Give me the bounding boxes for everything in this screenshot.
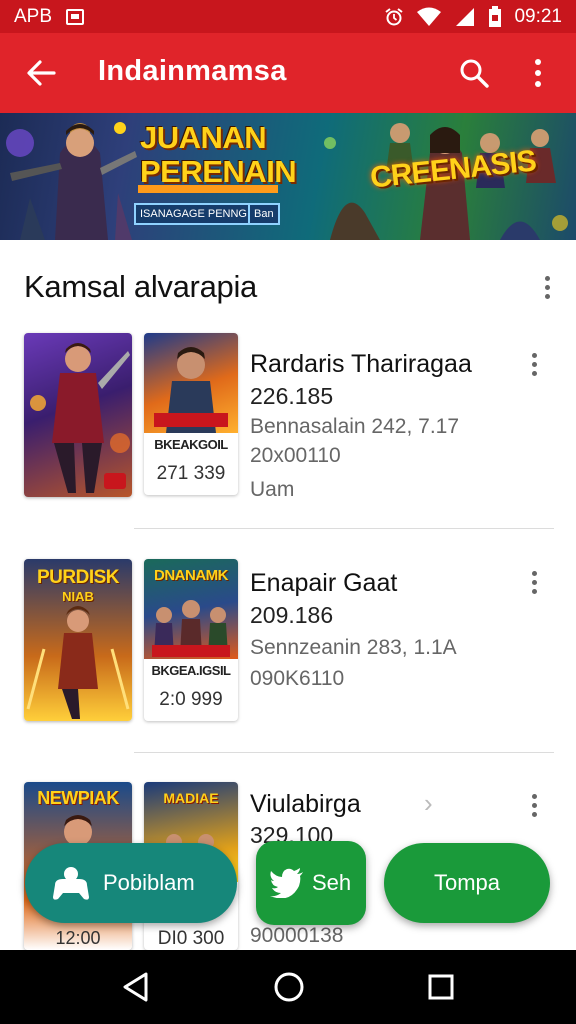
- card-label: BKEAKGOIL: [154, 437, 228, 452]
- poster-title: NEWPIAK: [37, 788, 119, 808]
- pobiblam-button[interactable]: Pobiblam: [25, 843, 237, 923]
- tompa-button[interactable]: Tompa: [384, 843, 550, 923]
- chevron-right-icon[interactable]: ›: [424, 788, 433, 819]
- pobiblam-label: Pobiblam: [103, 870, 195, 895]
- clock: 09:21: [514, 5, 562, 27]
- section-menu-icon[interactable]: [540, 275, 554, 299]
- card-art-title: MADIAE: [163, 790, 219, 806]
- item-number: 209.186: [250, 602, 334, 628]
- item-menu-icon[interactable]: [527, 353, 541, 376]
- screen: APB 09:21 Indainmamsa JUANAN PERENAIN IS…: [0, 0, 576, 1024]
- item-number: 226.185: [250, 383, 334, 409]
- promo-banner[interactable]: JUANAN PERENAIN ISANAGAGE PENNG Ban CREE…: [0, 113, 576, 240]
- game-card[interactable]: DNANAMK BKGEA.IGSIL 2:0 999: [144, 559, 238, 721]
- battery-icon: [489, 5, 502, 27]
- poster-price: 12:00: [55, 928, 101, 948]
- game-card[interactable]: BKEAKGOIL 271 339: [144, 333, 238, 495]
- item-meta: Sennzeanin 283, 1.1A: [250, 636, 457, 659]
- item-menu-icon[interactable]: [527, 794, 541, 817]
- divider: [134, 752, 554, 753]
- home-circle-icon[interactable]: [273, 971, 305, 1003]
- seh-button[interactable]: Seh: [256, 841, 366, 925]
- item-meta: 090K6110: [250, 667, 345, 690]
- bird-icon: [270, 868, 303, 898]
- overflow-menu-icon[interactable]: [535, 59, 541, 87]
- item-meta: 90000138: [250, 924, 344, 947]
- divider: [134, 528, 554, 529]
- notification-icon: [66, 8, 85, 25]
- wifi-icon: [417, 7, 442, 26]
- card-price: DI0 300: [157, 928, 225, 949]
- banner-button-left[interactable]: ISANAGAGE PENNG: [134, 203, 253, 225]
- card-art-title: DNANAMK: [154, 567, 229, 584]
- carrier-text: APB: [14, 5, 53, 27]
- search-icon[interactable]: [459, 58, 489, 88]
- game-poster: [24, 333, 132, 497]
- card-price: 2:0 999: [159, 689, 223, 710]
- game-poster: PURDISK NIAB: [24, 559, 132, 721]
- poster-title-line2: NIAB: [62, 589, 94, 604]
- back-triangle-icon[interactable]: [121, 971, 151, 1003]
- recents-square-icon[interactable]: [427, 973, 455, 1001]
- section-title: Kamsal alvarapia: [24, 269, 257, 304]
- card-label: BKGEA.IGSIL: [151, 663, 231, 678]
- item-title: Enapair Gaat: [250, 569, 398, 597]
- item-title: Viulabirga: [250, 790, 361, 818]
- item-title: Rardaris Thariragaa: [250, 350, 472, 378]
- back-arrow-icon[interactable]: [26, 60, 56, 86]
- app-bar: Indainmamsa: [0, 33, 576, 113]
- banner-headline: JUANAN PERENAIN: [140, 120, 297, 189]
- status-bar: APB 09:21: [0, 0, 576, 33]
- banner-button-right[interactable]: Ban: [248, 203, 280, 225]
- item-meta: Bennasalain 242, 7.17: [250, 415, 460, 438]
- list-item[interactable]: BKEAKGOIL 271 339 Rardaris Thariragaa 22…: [0, 333, 576, 528]
- banner-strip: [138, 185, 278, 193]
- navigation-bar: [0, 950, 576, 1024]
- seh-label: Seh: [312, 870, 352, 895]
- app-title: Indainmamsa: [98, 55, 287, 87]
- item-menu-icon[interactable]: [527, 571, 541, 594]
- alarm-icon: [385, 7, 404, 25]
- item-meta: 20x00110: [250, 444, 341, 467]
- section-header: Kamsal alvarapia: [24, 262, 554, 312]
- list-item[interactable]: PURDISK NIAB DNANAMK BKGEA.IGSIL 2:0 999…: [0, 559, 576, 752]
- tompa-label: Tompa: [433, 870, 501, 895]
- poster-title-line1: PURDISK: [36, 567, 120, 588]
- item-meta: Uam: [250, 478, 295, 501]
- controller-icon: [53, 867, 89, 900]
- banner-headline-line1: JUANAN: [140, 120, 267, 155]
- card-price: 271 339: [156, 463, 226, 484]
- signal-icon: [456, 7, 475, 26]
- banner-headline-line2: PERENAIN: [140, 154, 297, 189]
